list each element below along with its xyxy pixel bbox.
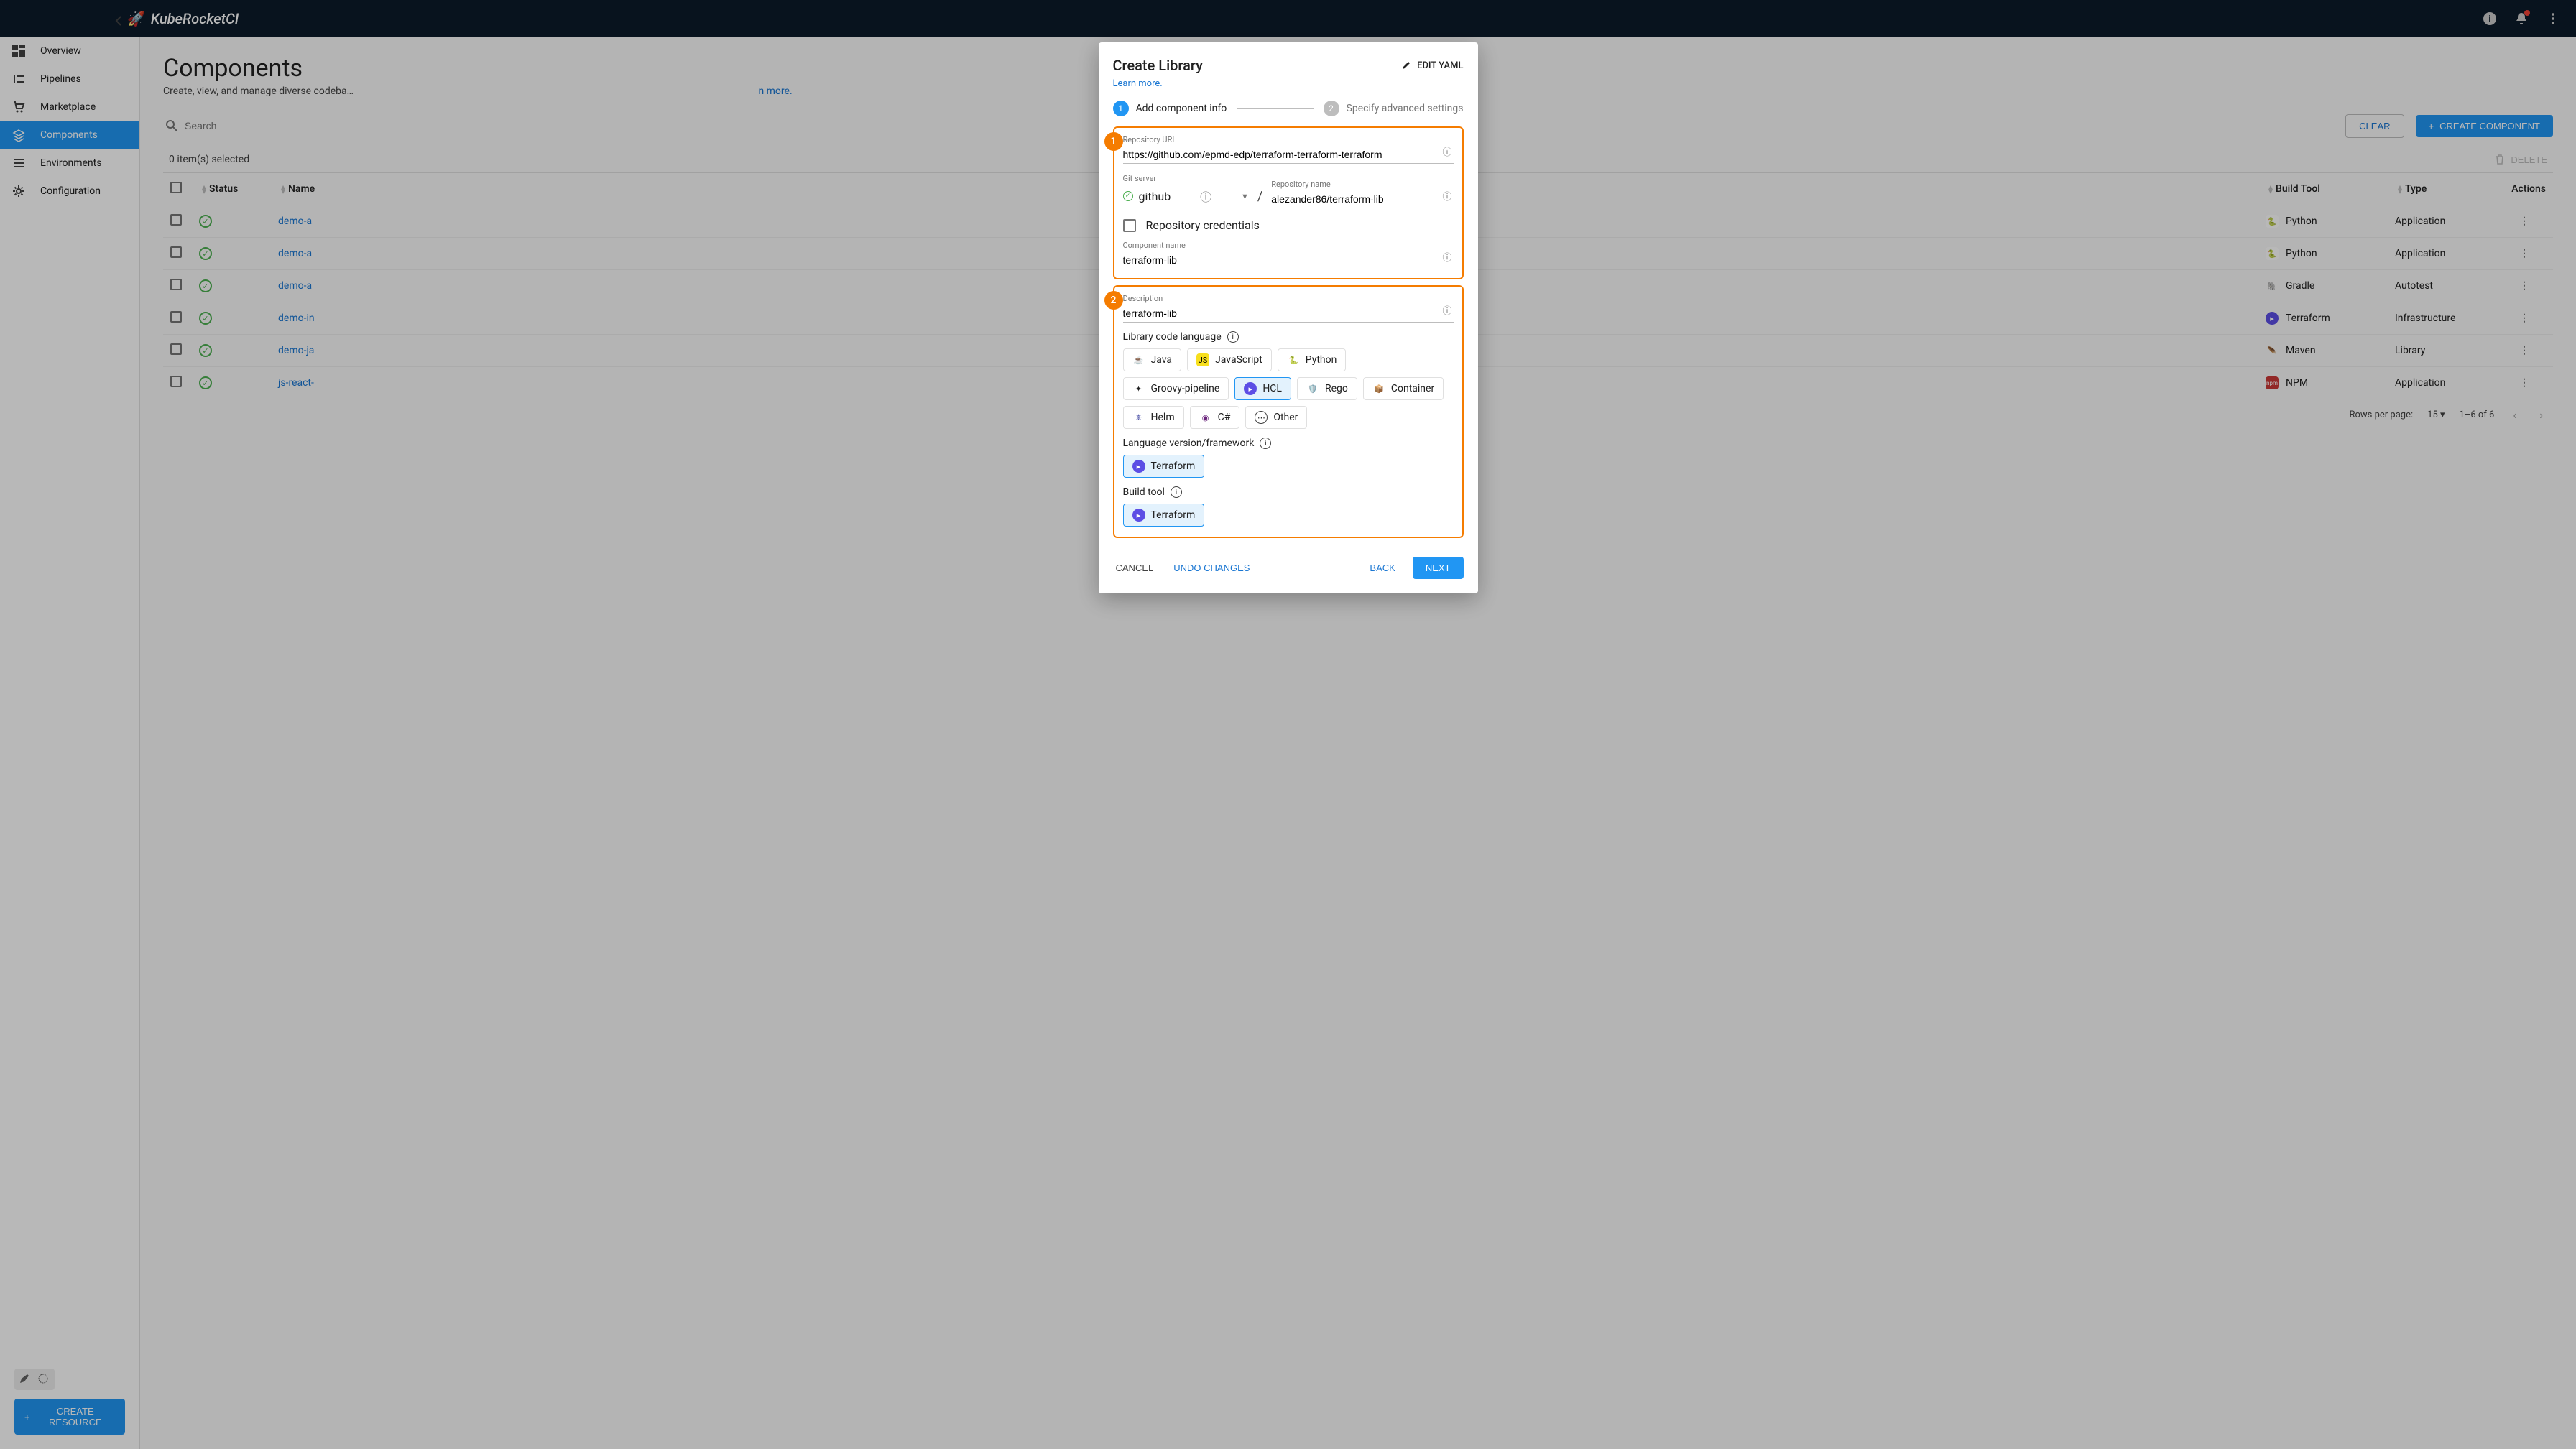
repository-credentials-row[interactable]: Repository credentials [1123, 218, 1454, 232]
language-chip[interactable]: 🛡️Rego [1297, 377, 1357, 400]
annotation-badge-2: 2 [1104, 291, 1123, 310]
path-separator: / [1257, 189, 1262, 208]
info-icon[interactable]: i [1227, 331, 1239, 343]
framework-label: Language version/framework i [1123, 438, 1454, 449]
repository-url-field: Repository URL ⓘ [1123, 135, 1454, 164]
git-server-select[interactable]: ✓ github ⓘ ▼ [1123, 185, 1249, 208]
language-chip[interactable]: ☕Java [1123, 348, 1182, 371]
chevron-down-icon: ▼ [1241, 192, 1249, 201]
info-icon[interactable]: ⓘ [1442, 144, 1451, 158]
pencil-icon [1401, 60, 1411, 70]
framework-chips: ▸Terraform [1123, 455, 1454, 478]
language-label: Library code language i [1123, 331, 1454, 343]
step-number: 1 [1113, 101, 1129, 116]
checkbox-label: Repository credentials [1146, 218, 1260, 232]
language-chip[interactable]: JSJavaScript [1187, 348, 1272, 371]
chip-label: Terraform [1151, 509, 1196, 521]
chip-label: Java [1151, 354, 1173, 366]
info-icon[interactable]: ⓘ [1442, 189, 1451, 203]
language-chip[interactable]: ▸HCL [1234, 377, 1291, 400]
language-chip[interactable]: 🐍Python [1278, 348, 1347, 371]
repository-url-input[interactable] [1123, 146, 1454, 164]
create-library-dialog: Create Library EDIT YAML Learn more. 1 A… [1099, 42, 1478, 593]
chip-label: HCL [1262, 383, 1282, 394]
step-number: 2 [1324, 101, 1339, 116]
build-tool-label: Build tool i [1123, 486, 1454, 498]
info-icon: ⓘ [1200, 188, 1211, 205]
language-chips: ☕JavaJSJavaScript 🐍Python ✦Groovy-pipeline… [1123, 348, 1454, 429]
modal-overlay: Create Library EDIT YAML Learn more. 1 A… [0, 0, 2576, 1449]
build-tool-chips: ▸Terraform [1123, 504, 1454, 527]
chip-label: Groovy-pipeline [1151, 383, 1220, 394]
chip-label: Other [1273, 412, 1298, 423]
repository-credentials-checkbox[interactable] [1123, 219, 1136, 232]
chip-label: Terraform [1151, 460, 1196, 472]
language-chip[interactable]: ✦Groovy-pipeline [1123, 377, 1229, 400]
field-label: Repository name [1271, 180, 1453, 189]
step-label: Add component info [1136, 103, 1227, 114]
field-label: Git server [1123, 174, 1249, 183]
language-chip[interactable]: ⎈Helm [1123, 406, 1184, 429]
next-button[interactable]: NEXT [1413, 557, 1464, 579]
chip-label: JavaScript [1215, 354, 1262, 366]
field-label: Component name [1123, 241, 1454, 250]
undo-changes-button[interactable]: UNDO CHANGES [1171, 557, 1252, 579]
info-icon[interactable]: i [1171, 486, 1182, 498]
field-label: Description [1123, 294, 1454, 303]
dialog-title: Create Library [1113, 57, 1203, 74]
repository-name-input[interactable] [1271, 190, 1453, 208]
language-chip[interactable]: ⋯Other [1245, 406, 1307, 429]
step-label: Specify advanced settings [1347, 103, 1464, 114]
component-name-input[interactable] [1123, 251, 1454, 269]
edit-yaml-button[interactable]: EDIT YAML [1401, 60, 1463, 71]
framework-chip[interactable]: ▸Terraform [1123, 455, 1205, 478]
stepper: 1 Add component info 2 Specify advanced … [1113, 101, 1464, 116]
annotation-box-2: 2 Description ⓘ Library code language i … [1113, 285, 1464, 538]
language-chip[interactable]: 📦Container [1363, 377, 1444, 400]
learn-more-link[interactable]: Learn more. [1113, 78, 1163, 89]
annotation-box-1: 1 Repository URL ⓘ Git server ✓ github ⓘ… [1113, 126, 1464, 279]
info-icon[interactable]: i [1260, 438, 1271, 449]
chip-label: Python [1306, 354, 1337, 366]
chip-label: C# [1218, 412, 1231, 423]
info-icon[interactable]: ⓘ [1442, 250, 1451, 264]
annotation-badge-1: 1 [1104, 132, 1123, 151]
cancel-button[interactable]: CANCEL [1113, 557, 1157, 579]
info-icon[interactable]: ⓘ [1442, 303, 1451, 317]
description-input[interactable] [1123, 305, 1454, 323]
button-label: EDIT YAML [1417, 60, 1463, 71]
field-label: Repository URL [1123, 135, 1454, 144]
chip-label: Helm [1151, 412, 1175, 423]
language-chip[interactable]: ◉C# [1190, 406, 1240, 429]
step-1[interactable]: 1 Add component info [1113, 101, 1227, 116]
chip-label: Container [1391, 383, 1434, 394]
step-2[interactable]: 2 Specify advanced settings [1324, 101, 1464, 116]
build-tool-chip[interactable]: ▸Terraform [1123, 504, 1205, 527]
chip-label: Rego [1325, 383, 1348, 394]
git-server-value: github [1139, 190, 1171, 203]
check-icon: ✓ [1123, 191, 1133, 201]
back-button[interactable]: BACK [1367, 557, 1398, 579]
